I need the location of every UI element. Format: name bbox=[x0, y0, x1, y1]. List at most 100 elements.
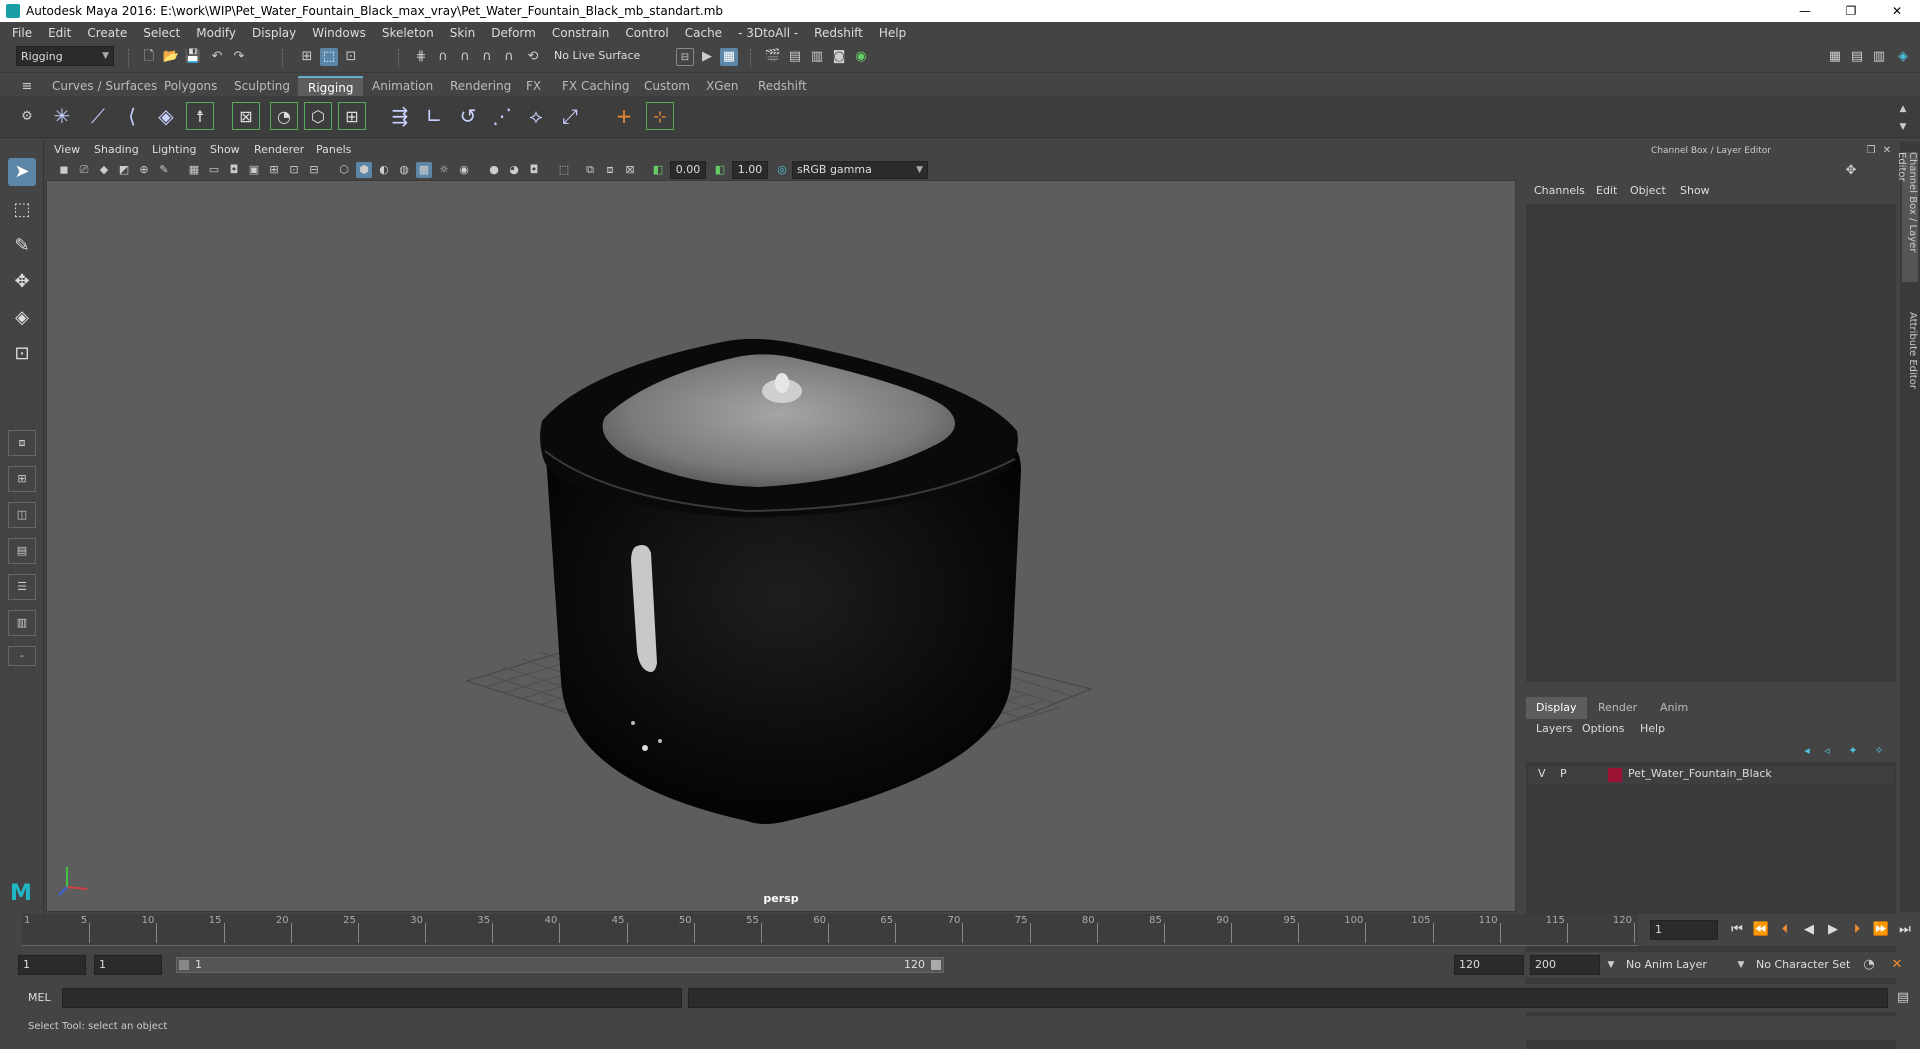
menu-select[interactable]: Select bbox=[135, 26, 188, 40]
live-surface-field[interactable]: No Live Surface bbox=[550, 46, 650, 66]
shelf-tab-polygons[interactable]: Polygons bbox=[154, 76, 227, 96]
shelf-tab-curves-surfaces[interactable]: Curves / Surfaces bbox=[42, 76, 167, 96]
exposure-icon[interactable]: ◧ bbox=[650, 162, 666, 178]
shelf-menu-icon[interactable]: ≡ bbox=[18, 78, 36, 96]
render-settings-icon[interactable]: ▥ bbox=[808, 48, 826, 66]
layer-playback-toggle[interactable]: P bbox=[1560, 767, 1567, 780]
channel-box-toggle-icon[interactable]: ◈ bbox=[1894, 48, 1912, 66]
viewport-menu-shading[interactable]: Shading bbox=[94, 143, 139, 156]
select-tool-icon[interactable]: ➤ bbox=[8, 158, 36, 186]
shelf-tab-fx[interactable]: FX bbox=[516, 76, 551, 96]
channel-box-body[interactable] bbox=[1526, 204, 1896, 682]
menu-redshift[interactable]: Redshift bbox=[806, 26, 871, 40]
menu-display[interactable]: Display bbox=[244, 26, 304, 40]
film-gate-icon[interactable]: ▭ bbox=[206, 162, 222, 178]
rotate-tool-icon[interactable]: ◈ bbox=[8, 304, 36, 332]
history-toggle-icon[interactable]: ▦ bbox=[720, 48, 738, 66]
menu-edit[interactable]: Edit bbox=[40, 26, 79, 40]
range-end-handle[interactable] bbox=[931, 960, 941, 970]
parent-constraint-icon[interactable]: + bbox=[610, 102, 638, 130]
step-forward-key-icon[interactable]: ⏩ bbox=[1872, 922, 1890, 937]
menu-file[interactable]: File bbox=[4, 26, 40, 40]
wireframe-on-shaded-icon[interactable]: ◐ bbox=[376, 162, 392, 178]
tool-settings-icon[interactable]: ▥ bbox=[1870, 48, 1888, 66]
shelf-tab-animation[interactable]: Animation bbox=[362, 76, 443, 96]
wrap-deformer-icon[interactable]: ⤢ bbox=[556, 102, 584, 130]
workspace-icon[interactable]: ▦ bbox=[1826, 48, 1844, 66]
gamma-field[interactable]: 1.00 bbox=[732, 161, 768, 179]
xray-components-icon[interactable]: ⊠ bbox=[622, 162, 638, 178]
side-tab-channel-box[interactable]: Channel Box / Layer Editor bbox=[1896, 152, 1918, 282]
command-input[interactable] bbox=[62, 988, 682, 1008]
menu-deform[interactable]: Deform bbox=[483, 26, 544, 40]
xray-joints-icon[interactable]: ⧈ bbox=[602, 162, 618, 178]
exposure-field[interactable]: 0.00 bbox=[670, 161, 706, 179]
viewport-menu-panels[interactable]: Panels bbox=[316, 143, 351, 156]
time-ruler[interactable]: 1 5 10 15 20 25 30 35 40 45 50 55 60 65 70 75 80 85 90 95 1… bbox=[22, 914, 1638, 946]
lattice-icon[interactable]: ⋰ bbox=[488, 102, 516, 130]
gamma-icon[interactable]: ◧ bbox=[712, 162, 728, 178]
paint-weights-icon[interactable]: ⊞ bbox=[338, 102, 366, 130]
two-pane-layout-icon[interactable]: ◫ bbox=[8, 502, 36, 528]
save-scene-icon[interactable]: 💾 bbox=[184, 48, 202, 66]
snap-live-icon[interactable]: ∩ bbox=[500, 48, 518, 66]
mirror-joint-icon[interactable]: ⇶ bbox=[386, 102, 414, 130]
channel-box-menu-object[interactable]: Object bbox=[1630, 184, 1666, 197]
bind-skin-icon[interactable]: ◔ bbox=[270, 102, 298, 130]
color-space-dropdown[interactable]: sRGB gamma ▼ bbox=[792, 161, 928, 179]
menu-create[interactable]: Create bbox=[79, 26, 135, 40]
use-all-lights-icon[interactable]: ☼ bbox=[436, 162, 452, 178]
shelf-settings-icon[interactable]: ⚙ bbox=[18, 108, 36, 126]
wireframe-icon[interactable]: ⬡ bbox=[336, 162, 352, 178]
make-live-icon[interactable]: ⟲ bbox=[524, 48, 542, 66]
viewport-menu-show[interactable]: Show bbox=[210, 143, 240, 156]
layer-row[interactable]: V P Pet_Water_Fountain_Black bbox=[1528, 766, 1894, 784]
hypershade-layout-icon[interactable]: ▥ bbox=[8, 610, 36, 636]
insert-joint-icon[interactable]: ◈ bbox=[152, 102, 180, 130]
play-backwards-icon[interactable]: ◀ bbox=[1800, 922, 1818, 937]
orient-joint-icon[interactable]: ∟ bbox=[420, 102, 448, 130]
snap-grid-icon[interactable]: ⋕ bbox=[412, 48, 430, 66]
menu-skeleton[interactable]: Skeleton bbox=[374, 26, 442, 40]
chevron-down-icon[interactable]: ▼ bbox=[1602, 956, 1620, 974]
shelf-scroll-up-icon[interactable]: ▲ bbox=[1894, 100, 1912, 118]
anti-aliasing-icon[interactable]: ◘ bbox=[526, 162, 542, 178]
step-forward-frame-icon[interactable]: ⏵ bbox=[1848, 922, 1866, 937]
menu-windows[interactable]: Windows bbox=[304, 26, 374, 40]
restore-button[interactable]: ❐ bbox=[1828, 0, 1874, 22]
menu-control[interactable]: Control bbox=[617, 26, 676, 40]
point-constraint-icon[interactable]: ⊹ bbox=[646, 102, 674, 130]
minimize-button[interactable]: — bbox=[1782, 0, 1828, 22]
smooth-shade-icon[interactable]: ⬢ bbox=[356, 162, 372, 178]
xray-icon[interactable]: ⧉ bbox=[582, 162, 598, 178]
paint-select-tool-icon[interactable]: ✎ bbox=[8, 232, 36, 260]
playback-end-field[interactable]: 120 bbox=[1454, 955, 1524, 975]
current-frame-field[interactable]: 1 bbox=[1650, 920, 1718, 940]
menu-set-dropdown[interactable]: Rigging ▼ bbox=[16, 46, 114, 66]
undo-icon[interactable]: ↶ bbox=[208, 48, 226, 66]
layer-tab-render[interactable]: Render bbox=[1588, 697, 1647, 719]
manipulator-icon[interactable]: ✥ bbox=[1842, 162, 1860, 180]
go-to-end-icon[interactable]: ⏭ bbox=[1896, 922, 1914, 937]
quick-rig-icon[interactable]: ⊠ bbox=[232, 102, 260, 130]
scale-tool-icon[interactable]: ⊡ bbox=[8, 340, 36, 368]
range-bar[interactable]: 1 120 bbox=[176, 957, 944, 973]
shelf-tab-xgen[interactable]: XGen bbox=[696, 76, 749, 96]
step-back-key-icon[interactable]: ⏪ bbox=[1752, 922, 1770, 937]
field-chart-icon[interactable]: ⊞ bbox=[266, 162, 282, 178]
shelf-tab-fx-caching[interactable]: FX Caching bbox=[552, 76, 639, 96]
range-start-handle[interactable] bbox=[179, 960, 189, 970]
lasso-tool-icon[interactable]: ⬚ bbox=[8, 196, 36, 224]
shadows-icon[interactable]: ◉ bbox=[456, 162, 472, 178]
grease-pencil-icon[interactable]: ✎ bbox=[156, 162, 172, 178]
menu-help[interactable]: Help bbox=[871, 26, 914, 40]
play-forwards-icon[interactable]: ▶ bbox=[1824, 922, 1842, 937]
camera-select-icon[interactable]: ◼ bbox=[56, 162, 72, 178]
grid-toggle-icon[interactable]: ▦ bbox=[186, 162, 202, 178]
layer-menu-options[interactable]: Options bbox=[1582, 722, 1624, 735]
shelf-tab-redshift[interactable]: Redshift bbox=[748, 76, 817, 96]
graph-layout-icon[interactable]: ☰ bbox=[8, 574, 36, 600]
image-plane-icon[interactable]: ◩ bbox=[116, 162, 132, 178]
select-object-icon[interactable]: ⬚ bbox=[320, 48, 338, 66]
menu-modify[interactable]: Modify bbox=[188, 26, 244, 40]
